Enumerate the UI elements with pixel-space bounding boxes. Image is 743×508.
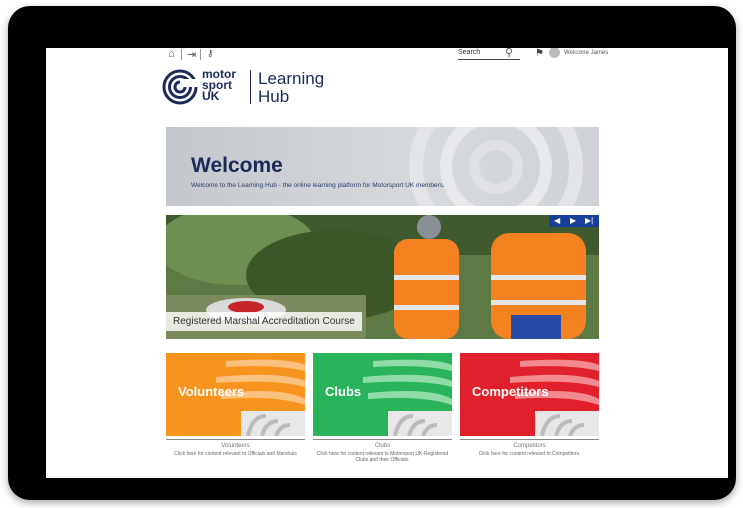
tablet-frame: ⌂ ⇥ ⚷ Search ⚲ ⚑ Welcome James motor spo… xyxy=(8,6,736,500)
logout-icon[interactable]: ⇥ xyxy=(187,48,196,61)
welcome-banner: Welcome Welcome to the Learning Hub - th… xyxy=(166,127,599,206)
slide-caption[interactable]: Registered Marshal Accreditation Course xyxy=(166,312,362,331)
tile-divider xyxy=(313,439,452,440)
tile-label: Clubs xyxy=(325,384,362,399)
search-icon[interactable]: ⚲ xyxy=(505,48,513,59)
motorsport-uk-logo-icon xyxy=(162,69,198,105)
toolbar-divider xyxy=(181,49,182,60)
avatar[interactable] xyxy=(549,48,560,58)
tile-divider xyxy=(460,439,599,440)
tile-divider xyxy=(166,439,305,440)
learning-hub-wordmark: Learning Hub xyxy=(258,69,325,106)
page-title: Welcome xyxy=(191,154,283,177)
tile-description: Click here for content relevant to Compe… xyxy=(478,451,581,457)
tile-title[interactable]: Clubs xyxy=(313,443,452,449)
play-slide-button[interactable]: ▶ xyxy=(570,215,576,227)
tile-title[interactable]: Volunteers xyxy=(166,443,305,449)
page-subtitle: Welcome to the Learning Hub - the online… xyxy=(191,182,445,189)
browser-viewport: ⌂ ⇥ ⚷ Search ⚲ ⚑ Welcome James motor spo… xyxy=(46,48,728,478)
previous-slide-button[interactable]: ◀ xyxy=(554,215,560,227)
tile-label: Competitors xyxy=(472,384,549,399)
tile-description: Click here for content relevant to Offic… xyxy=(174,451,297,457)
user-flag-icon[interactable]: ⚑ xyxy=(535,48,544,59)
next-slide-button[interactable]: ▶| xyxy=(585,215,593,227)
clubs-tile[interactable]: Clubs xyxy=(313,353,452,436)
logo-divider xyxy=(250,70,251,104)
volunteers-tile[interactable]: Volunteers xyxy=(166,353,305,436)
carousel-controls: ◀ ▶ ▶| xyxy=(549,215,599,227)
tile-title[interactable]: Competitors xyxy=(460,443,599,449)
competitors-tile[interactable]: Competitors xyxy=(460,353,599,436)
welcome-user-text: Welcome James xyxy=(564,50,609,56)
toolbar-divider xyxy=(200,49,201,60)
key-icon[interactable]: ⚷ xyxy=(207,48,214,59)
top-toolbar: ⌂ ⇥ ⚷ Search ⚲ ⚑ Welcome James xyxy=(46,48,728,62)
learning-hub-logo[interactable]: motor sport UK Learning Hub xyxy=(162,68,342,108)
image-carousel[interactable]: ◀ ▶ ▶| Registered Marshal Accreditation … xyxy=(166,215,599,339)
home-icon[interactable]: ⌂ xyxy=(168,48,175,60)
tile-label: Volunteers xyxy=(178,384,245,399)
tile-description: Click here for content relevant to Motor… xyxy=(316,451,449,463)
motorsport-uk-wordmark: motor sport UK xyxy=(202,67,236,103)
